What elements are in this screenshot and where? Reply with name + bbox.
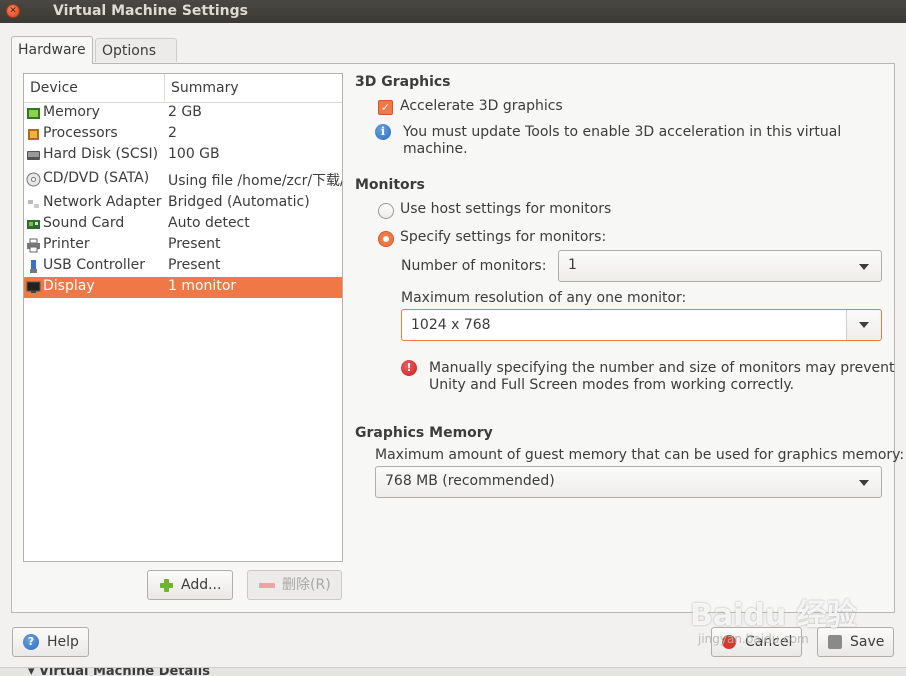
display-icon <box>26 281 41 293</box>
chevron-down-icon <box>859 322 869 328</box>
add-device-button[interactable]: Add... <box>147 570 233 600</box>
title-bar: ✕ Virtual Machine Settings <box>0 0 906 23</box>
chevron-down-icon <box>859 264 869 270</box>
summary-column-header[interactable]: Summary <box>171 80 239 96</box>
sound-card-icon <box>27 220 40 229</box>
device-column-header[interactable]: Device <box>30 80 78 96</box>
max-resolution-label: Maximum resolution of any one monitor: <box>401 290 687 306</box>
watermark: Baidu 经验 <box>690 598 857 633</box>
add-button-label: Add... <box>181 577 222 593</box>
tab-options[interactable]: Options <box>95 38 177 62</box>
device-summary: 100 GB <box>168 146 220 162</box>
chevron-down-icon <box>859 480 869 486</box>
help-button[interactable]: ? Help <box>12 627 89 657</box>
device-name: CD/DVD (SATA) <box>43 170 150 186</box>
section-3d-graphics: 3D Graphics <box>355 74 451 90</box>
device-name: Hard Disk (SCSI) <box>43 146 159 162</box>
device-summary: 2 GB <box>168 104 202 120</box>
remove-device-button[interactable]: 删除(R) <box>247 570 342 600</box>
printer-icon <box>27 238 40 253</box>
device-row-network[interactable]: Network Adapter Bridged (Automatic) <box>24 193 342 214</box>
usb-icon <box>30 260 37 273</box>
help-icon: ? <box>23 634 39 650</box>
processor-icon <box>28 129 39 140</box>
number-of-monitors-select[interactable]: 1 <box>558 250 882 282</box>
device-list: Device Summary Memory 2 GB Processors 2 … <box>23 73 343 562</box>
watermark-url: jingyan.baidu.com <box>698 632 809 646</box>
cd-dvd-icon <box>26 172 41 187</box>
device-summary: Present <box>168 236 221 252</box>
device-row-hard-disk[interactable]: Hard Disk (SCSI) 100 GB <box>24 145 342 166</box>
device-row-usb[interactable]: USB Controller Present <box>24 256 342 277</box>
device-summary: Present <box>168 257 221 273</box>
device-row-sound-card[interactable]: Sound Card Auto detect <box>24 214 342 235</box>
device-name: Display <box>43 278 95 294</box>
window-title: Virtual Machine Settings <box>53 3 248 19</box>
device-summary: 2 <box>168 125 177 141</box>
device-name: Processors <box>43 125 118 141</box>
specify-settings-radio[interactable] <box>378 231 394 247</box>
device-name: USB Controller <box>43 257 146 273</box>
max-resolution-value: 1024 x 768 <box>411 317 491 333</box>
minus-icon <box>259 583 275 588</box>
graphics-memory-value: 768 MB (recommended) <box>385 473 555 489</box>
info-icon: i <box>375 124 391 140</box>
graphics-memory-label: Maximum amount of guest memory that can … <box>375 447 905 463</box>
device-summary: Bridged (Automatic) <box>168 194 310 210</box>
device-row-printer[interactable]: Printer Present <box>24 235 342 256</box>
tools-info-line1: You must update Tools to enable 3D accel… <box>403 124 842 140</box>
warning-icon: ! <box>401 360 417 376</box>
max-resolution-combo[interactable]: 1024 x 768 <box>401 309 882 341</box>
device-summary: Using file /home/zcr/下载/ <box>168 173 342 189</box>
device-name: Memory <box>43 104 100 120</box>
device-row-memory[interactable]: Memory 2 GB <box>24 103 342 124</box>
specify-settings-label[interactable]: Specify settings for monitors: <box>400 229 606 245</box>
use-host-settings-radio[interactable] <box>378 203 394 219</box>
memory-icon <box>27 108 40 119</box>
section-graphics-memory: Graphics Memory <box>355 425 493 441</box>
device-name: Printer <box>43 236 90 252</box>
column-divider[interactable] <box>164 74 165 101</box>
tools-info-line2: machine. <box>403 141 468 157</box>
close-icon[interactable]: ✕ <box>6 4 20 18</box>
device-name: Sound Card <box>43 215 125 231</box>
number-of-monitors-value: 1 <box>568 257 577 273</box>
remove-button-label: 删除(R) <box>282 577 331 593</box>
max-resolution-dropdown-button[interactable] <box>846 310 881 340</box>
accelerate-3d-checkbox[interactable]: ✓ <box>378 100 393 115</box>
monitor-warning-line2: Unity and Full Screen modes from working… <box>429 377 795 393</box>
plus-icon <box>160 579 173 592</box>
accelerate-3d-label[interactable]: Accelerate 3D graphics <box>400 98 563 114</box>
tab-hardware[interactable]: Hardware <box>11 36 93 64</box>
device-summary: Auto detect <box>168 215 250 231</box>
help-button-label: Help <box>47 634 79 650</box>
hard-disk-icon <box>27 151 40 160</box>
device-row-cd-dvd[interactable]: CD/DVD (SATA) Using file /home/zcr/下载/ <box>24 169 342 190</box>
save-icon <box>828 635 842 649</box>
device-name: Network Adapter <box>43 194 162 210</box>
use-host-settings-label[interactable]: Use host settings for monitors <box>400 201 611 217</box>
device-row-display[interactable]: Display 1 monitor <box>24 277 342 298</box>
number-of-monitors-label: Number of monitors: <box>401 258 547 274</box>
device-list-header: Device Summary <box>24 74 342 103</box>
network-icon <box>28 200 39 208</box>
graphics-memory-select[interactable]: 768 MB (recommended) <box>375 466 882 498</box>
section-monitors: Monitors <box>355 177 425 193</box>
monitor-warning-line1: Manually specifying the number and size … <box>429 360 895 376</box>
device-row-processors[interactable]: Processors 2 <box>24 124 342 145</box>
device-summary: 1 monitor <box>168 278 237 294</box>
